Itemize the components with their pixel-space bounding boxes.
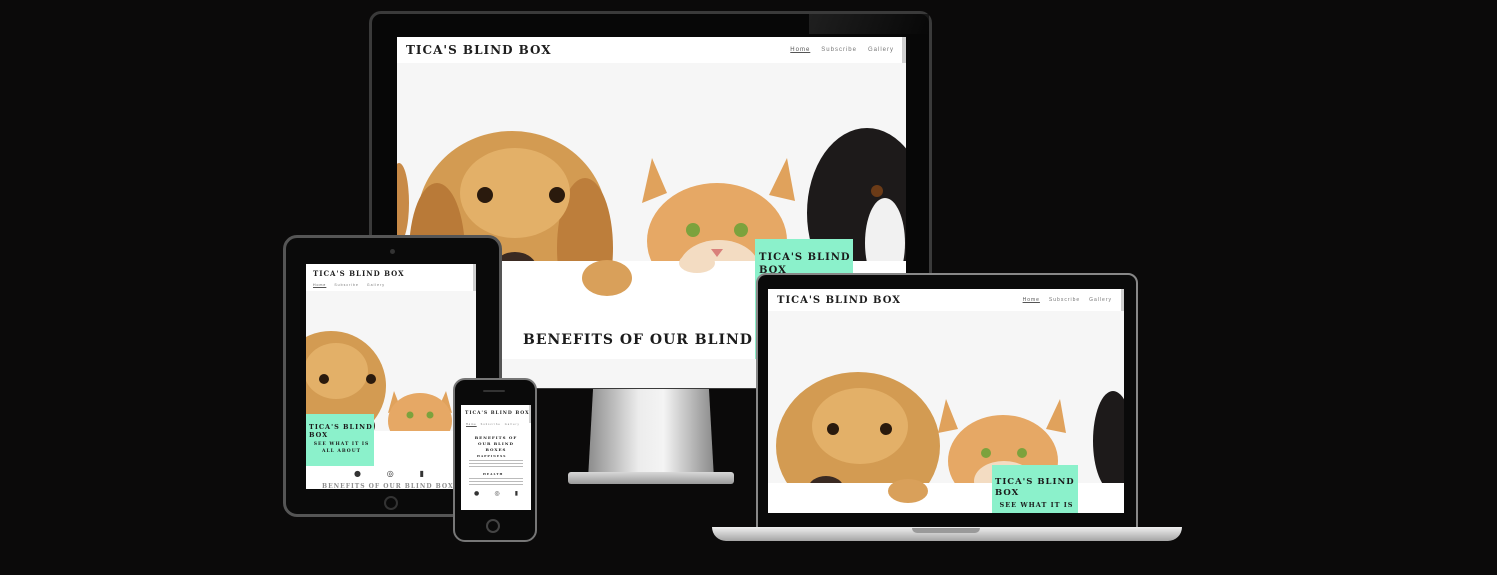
tablet-home-button[interactable]	[384, 496, 398, 510]
laptop-nav: TICA'S BLIND BOX Home Subscribe Gallery	[768, 289, 1124, 311]
laptop-brand[interactable]: TICA'S BLIND BOX	[777, 295, 901, 306]
phone-discord-icon[interactable]: ▮	[515, 490, 518, 497]
phone-happiness-heading: HAPPINESS	[477, 454, 507, 458]
site-brand[interactable]: TICA'S BLIND BOX	[406, 43, 552, 57]
instagram-icon[interactable]: ◎	[387, 469, 394, 478]
laptop-notch	[912, 528, 980, 533]
phone-speaker	[483, 390, 505, 392]
tablet-social-icons: ● ◎ ▮	[354, 469, 424, 478]
tablet-hero-title-line1: TICA'S BLIND	[309, 423, 373, 431]
phone-nav-links: Home Subscribe Gallery	[466, 423, 520, 426]
tablet-nav-links: Home Subscribe Gallery	[313, 283, 385, 287]
laptop-nav-home[interactable]: Home	[1023, 297, 1040, 303]
phone-scrollbar[interactable]	[529, 405, 531, 423]
tablet-nav-home[interactable]: Home	[313, 283, 326, 287]
tablet-brand[interactable]: TICA'S BLIND BOX	[313, 269, 405, 278]
tablet-hero: TICA'S BLIND BOX SEE WHAT IT IS ALL ABOU…	[306, 291, 476, 489]
phone-benefits-heading: BENEFITS OF OUR BLIND BOXES	[474, 435, 518, 452]
phone-facebook-icon[interactable]: ●	[474, 490, 479, 497]
laptop-nav-gallery[interactable]: Gallery	[1089, 297, 1112, 303]
phone-happiness-text	[469, 460, 523, 467]
phone-instagram-icon[interactable]: ◎	[494, 490, 499, 497]
tablet-nav: TICA'S BLIND BOX Home Subscribe Gallery	[306, 264, 476, 291]
monitor-base	[568, 472, 734, 484]
phone-brand[interactable]: TICA'S BLIND BOX	[465, 411, 530, 416]
laptop-hero-title-line2: BOX	[995, 488, 1020, 498]
laptop-nav-links: Home Subscribe Gallery	[1014, 297, 1112, 303]
phone-nav-home[interactable]: Home	[466, 423, 477, 426]
tablet-screen: TICA'S BLIND BOX Home Subscribe Gallery …	[306, 264, 476, 489]
laptop-hero-title-line1: TICA'S BLIND	[995, 477, 1075, 487]
nav-home-link[interactable]: Home	[790, 47, 810, 53]
desktop-nav: TICA'S BLIND BOX Home Subscribe Gallery	[397, 37, 906, 63]
nav-subscribe-link[interactable]: Subscribe	[821, 47, 857, 53]
tablet-hero-sub-line2: ALL ABOUT	[322, 449, 361, 454]
nav-gallery-link[interactable]: Gallery	[868, 47, 894, 53]
facebook-icon[interactable]: ●	[354, 469, 361, 478]
laptop-hero: TICA'S BLIND BOX SEE WHAT IT IS	[768, 311, 1124, 513]
laptop-hero-sub-line1: SEE WHAT IT IS	[999, 501, 1074, 509]
tablet-nav-gallery[interactable]: Gallery	[367, 283, 385, 287]
tablet-nav-subscribe[interactable]: Subscribe	[334, 283, 359, 287]
laptop-hero-card: TICA'S BLIND BOX SEE WHAT IT IS	[992, 465, 1078, 513]
phone-nav-subscribe[interactable]: Subscribe	[481, 423, 501, 426]
phone-screen: TICA'S BLIND BOX Home Subscribe Gallery …	[461, 405, 531, 510]
discord-icon[interactable]: ▮	[420, 469, 424, 478]
laptop-screen: TICA'S BLIND BOX Home Subscribe Gallery	[768, 289, 1124, 513]
tablet-benefits-heading: BENEFITS OF OUR BLIND BOX	[322, 483, 454, 489]
phone-home-button[interactable]	[486, 519, 500, 533]
phone-social-icons: ● ◎ ▮	[474, 490, 518, 497]
nav-links: Home Subscribe Gallery	[779, 47, 894, 53]
phone-health-text	[469, 478, 523, 485]
tablet-hero-sub-line1: SEE WHAT IT IS	[313, 442, 370, 447]
tablet-hero-title-line2: BOX	[309, 431, 329, 439]
tablet-camera	[390, 249, 395, 254]
phone-health-heading: HEALTH	[483, 472, 504, 476]
phone-nav-gallery[interactable]: Gallery	[505, 423, 520, 426]
laptop-nav-subscribe[interactable]: Subscribe	[1049, 297, 1080, 303]
monitor-stand	[588, 389, 714, 479]
tablet-hero-card: TICA'S BLIND BOX SEE WHAT IT IS ALL ABOU…	[306, 414, 374, 466]
